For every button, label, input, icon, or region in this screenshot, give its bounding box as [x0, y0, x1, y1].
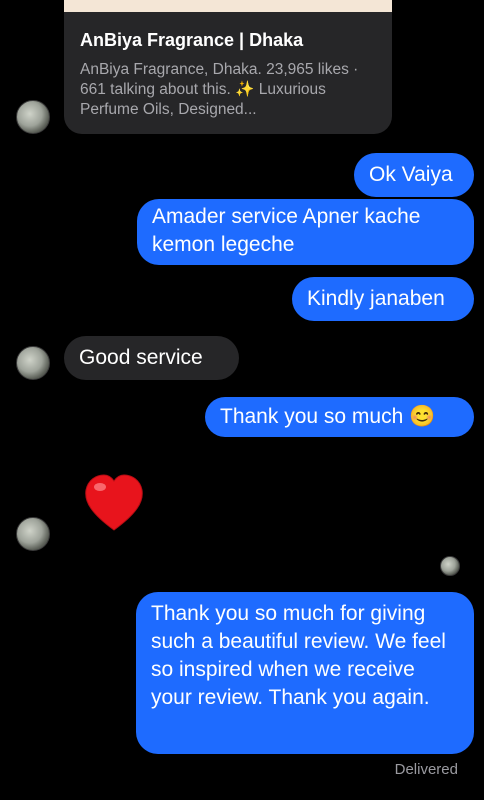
contact-avatar[interactable] [16, 346, 50, 380]
heart-reaction-icon[interactable] [82, 472, 146, 536]
message-bubble-outgoing[interactable]: Thank you so much for giving such a beau… [136, 592, 474, 754]
message-bubble-outgoing[interactable]: Thank you so much 😊 [205, 397, 474, 437]
link-preview-card[interactable]: AnBiya Fragrance | Dhaka AnBiya Fragranc… [64, 0, 392, 134]
contact-avatar[interactable] [16, 100, 50, 134]
message-bubble-outgoing[interactable]: Kindly janaben [292, 277, 474, 321]
link-preview-title: AnBiya Fragrance | Dhaka [80, 30, 304, 50]
message-bubble-incoming[interactable]: Good service [64, 336, 239, 380]
link-preview-image [64, 0, 392, 12]
delivery-status: Delivered [394, 761, 458, 778]
link-preview-description: AnBiya Fragrance, Dhaka. 23,965 likes · … [80, 61, 359, 118]
read-receipt-avatar [440, 556, 460, 576]
message-bubble-outgoing[interactable]: Amader service Apner kache kemon legeche [137, 199, 474, 265]
message-bubble-outgoing[interactable]: Ok Vaiya [354, 153, 474, 197]
contact-avatar[interactable] [16, 517, 50, 551]
